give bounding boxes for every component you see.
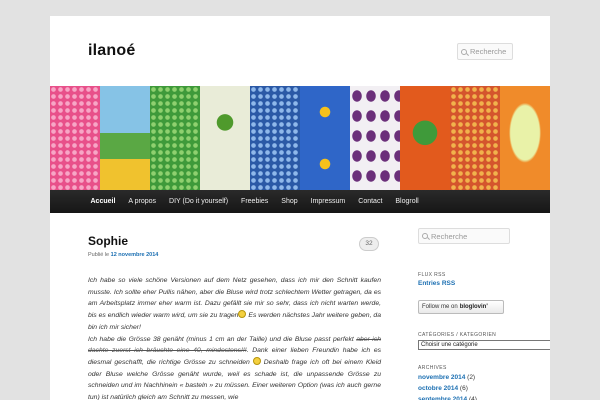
nav-item-impressum[interactable]: Impressum bbox=[304, 190, 352, 213]
banner-strip-dragon-illustration-fabric bbox=[100, 86, 150, 190]
banner-strip-star-fabric bbox=[300, 86, 350, 190]
archive-item: septembre 2014 (4) bbox=[418, 396, 477, 400]
header-search-input[interactable]: Recherche bbox=[457, 43, 513, 60]
category-select[interactable]: Choisir une catégorie ▼ bbox=[418, 340, 550, 350]
nav-item-a-propos[interactable]: A propos bbox=[122, 190, 163, 213]
post-date-link[interactable]: 12 novembre 2014 bbox=[111, 252, 159, 258]
archive-link[interactable]: octobre 2014 bbox=[418, 385, 458, 392]
nav-item-accueil[interactable]: Accueil bbox=[84, 190, 122, 213]
header-search-placeholder: Recherche bbox=[470, 47, 507, 56]
category-select-value: Choisir une catégorie bbox=[421, 342, 478, 348]
bloglovin-follow-button[interactable]: Follow me on bloglovin' bbox=[418, 300, 504, 314]
nav-item-diy-do-it-yourself[interactable]: DIY (Do it yourself) bbox=[163, 190, 235, 213]
rss-widget-title: FLUX RSS bbox=[418, 272, 446, 278]
archives-widget-title: ARCHIVES bbox=[418, 365, 447, 371]
page: ilanoé Recherche Accueil A propos DIY (Do … bbox=[50, 16, 550, 400]
archive-item: octobre 2014 (6) bbox=[418, 385, 468, 392]
search-icon bbox=[422, 233, 428, 239]
entries-rss-link[interactable]: Entries RSS bbox=[418, 280, 455, 287]
comment-count-badge[interactable]: 32 bbox=[359, 237, 379, 251]
archive-count: (2) bbox=[467, 374, 476, 381]
banner-strip-blue-flower-fabric bbox=[250, 86, 300, 190]
archive-count: (6) bbox=[459, 385, 468, 392]
nav-item-contact[interactable]: Contact bbox=[352, 190, 389, 213]
post-text: Ich habe die Grösse 38 genäht (minus 1 c… bbox=[88, 335, 354, 343]
banner-strip-orange-retro-fabric bbox=[450, 86, 500, 190]
post-title[interactable]: Sophie bbox=[88, 234, 128, 248]
banner-strip-plum-fabric bbox=[350, 86, 400, 190]
sidebar-search-placeholder: Recherche bbox=[431, 231, 468, 241]
nav-item-blogroll[interactable]: Blogroll bbox=[389, 190, 425, 213]
bloglovin-brand: bloglovin' bbox=[459, 304, 488, 310]
post-meta-prefix: Publié le bbox=[88, 252, 110, 258]
bloglovin-prefix: Follow me on bbox=[422, 304, 458, 310]
archive-item: novembre 2014 (2) bbox=[418, 374, 475, 381]
site-title[interactable]: ilanoé bbox=[88, 42, 135, 60]
categories-widget-title: CATÉGORIES / KATEGORIEN bbox=[418, 332, 497, 338]
nav-item-freebies[interactable]: Freebies bbox=[235, 190, 275, 213]
archive-link[interactable]: septembre 2014 bbox=[418, 396, 467, 400]
banner-strip-flower-embroidery-fabric bbox=[400, 86, 450, 190]
main-navigation: Accueil A propos DIY (Do it yourself) Freeb… bbox=[50, 190, 550, 213]
post-content: Ich habe so viele schöne Versionen auf d… bbox=[88, 275, 381, 400]
sidebar-search-input[interactable]: Recherche bbox=[418, 228, 510, 244]
smiley-icon bbox=[252, 356, 261, 365]
archive-link[interactable]: novembre 2014 bbox=[418, 374, 465, 381]
post-paragraph-2: Ich habe die Grösse 38 genäht (minus 1 c… bbox=[88, 334, 381, 400]
nav-item-shop[interactable]: Shop bbox=[275, 190, 304, 213]
header-banner[interactable] bbox=[50, 86, 550, 190]
post-paragraph-1: Ich habe so viele schöne Versionen auf d… bbox=[88, 275, 381, 334]
banner-strip-apple-embroidery-fabric bbox=[200, 86, 250, 190]
archive-count: (4) bbox=[468, 396, 477, 400]
banner-strip-green-dots-fabric bbox=[150, 86, 200, 190]
banner-strip-ghost-appliqué-fabric bbox=[500, 86, 550, 190]
banner-strip-pink-dots-fabric bbox=[50, 86, 100, 190]
search-icon bbox=[461, 48, 467, 55]
post-meta: Publié le 12 novembre 2014 bbox=[88, 252, 158, 258]
